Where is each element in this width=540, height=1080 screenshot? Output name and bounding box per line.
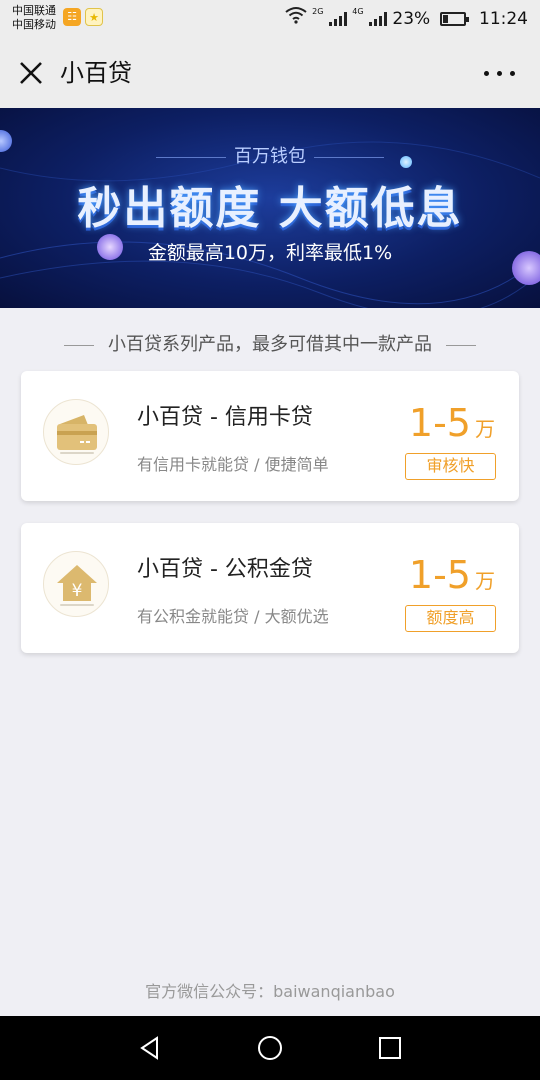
loan-amount: 1-5 万 xyxy=(409,553,495,597)
clock: 11:24 xyxy=(479,9,528,29)
close-icon xyxy=(20,62,42,84)
back-button[interactable] xyxy=(136,1034,164,1062)
promo-banner[interactable]: 百万钱包 秒出额度 大额低息 金额最高10万，利率最低1% xyxy=(0,108,540,308)
product-description: 有信用卡就能贷 / 便捷简单 xyxy=(137,455,329,474)
wifi-icon xyxy=(285,6,307,32)
nav-bar: 小百贷 xyxy=(0,38,540,108)
divider xyxy=(446,344,476,346)
signal-icon xyxy=(328,12,347,26)
divider xyxy=(64,344,94,346)
more-button[interactable] xyxy=(482,58,518,88)
network-type-2: 4G xyxy=(352,7,364,16)
banner-subtitle: 百万钱包 xyxy=(0,142,540,168)
network-type-1: 2G xyxy=(312,7,324,16)
status-bar: 中国联通 中国移动 ☷ ★ 2G 4G 23% 11:24 xyxy=(0,0,540,38)
recents-icon xyxy=(379,1037,401,1059)
close-button[interactable] xyxy=(16,58,46,88)
amount-value: 1-5 xyxy=(408,553,471,597)
svg-text:¥: ¥ xyxy=(72,581,83,601)
recents-button[interactable] xyxy=(376,1034,404,1062)
signal-icon xyxy=(368,12,387,26)
product-card-fund[interactable]: ¥ 小百贷 - 公积金贷 有公积金就能贷 / 大额优选 1-5 万 额度高 xyxy=(21,523,519,653)
house-yuan-icon: ¥ xyxy=(43,551,109,617)
section-header-text: 小百贷系列产品，最多可借其中一款产品 xyxy=(108,334,432,355)
banner-headline: 秒出额度 大额低息 xyxy=(77,183,463,234)
amount-unit: 万 xyxy=(475,569,495,593)
home-button[interactable] xyxy=(256,1034,284,1062)
carrier-2: 中国移动 xyxy=(12,18,56,31)
star-app-icon: ★ xyxy=(85,8,103,26)
status-badge: 额度高 xyxy=(405,605,496,632)
carrier-info: 中国联通 中国移动 xyxy=(12,4,56,32)
battery-icon xyxy=(439,12,469,26)
page-title: 小百贷 xyxy=(60,59,132,87)
footer-wechat-account: 官方微信公众号：baiwanqianbao xyxy=(145,982,395,1001)
home-icon xyxy=(258,1036,282,1060)
app-notification-icon: ☷ xyxy=(63,8,81,26)
status-badge: 审核快 xyxy=(405,453,496,480)
amount-unit: 万 xyxy=(475,417,495,441)
product-title: 小百贷 - 信用卡贷 xyxy=(137,405,313,430)
system-nav-bar xyxy=(0,1016,540,1080)
product-card-credit[interactable]: 小百贷 - 信用卡贷 有信用卡就能贷 / 便捷简单 1-5 万 审核快 xyxy=(21,371,519,501)
credit-card-icon xyxy=(43,399,109,465)
product-title: 小百贷 - 公积金贷 xyxy=(137,557,313,582)
amount-value: 1-5 xyxy=(408,401,471,445)
loan-amount: 1-5 万 xyxy=(409,401,495,445)
product-description: 有公积金就能贷 / 大额优选 xyxy=(137,607,329,626)
section-header: 小百贷系列产品，最多可借其中一款产品 xyxy=(0,330,540,356)
carrier-1: 中国联通 xyxy=(12,4,56,17)
banner-description: 金额最高10万，利率最低1% xyxy=(147,242,393,264)
back-icon xyxy=(140,1036,158,1060)
battery-percent: 23% xyxy=(392,9,431,29)
status-indicators: 2G 4G 23% 11:24 xyxy=(285,6,528,32)
